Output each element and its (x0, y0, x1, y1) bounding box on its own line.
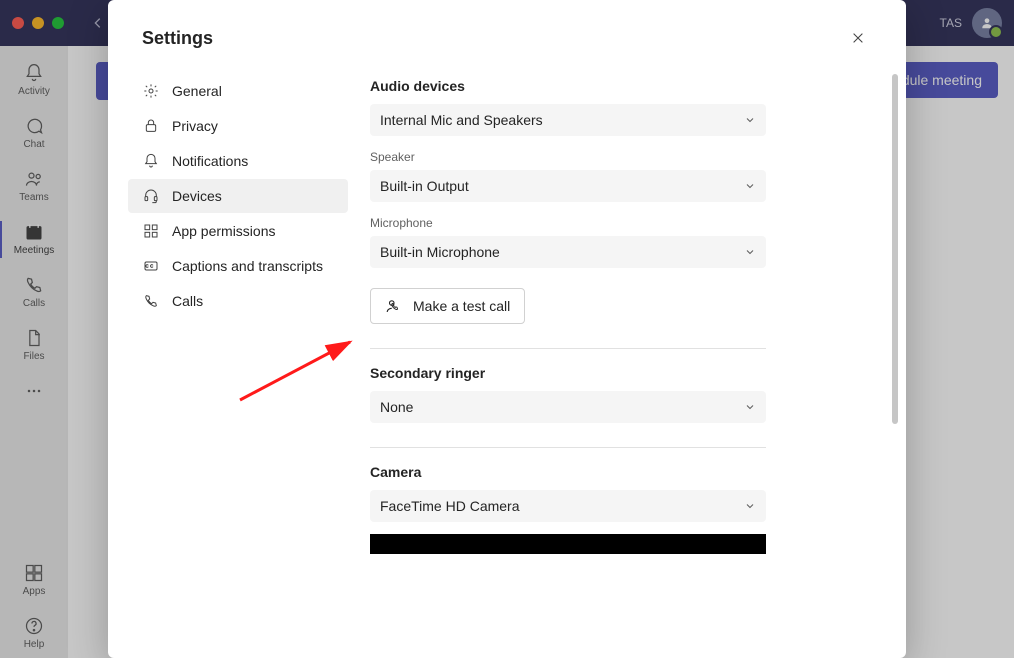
captions-icon (142, 257, 160, 275)
audio-device-value: Internal Mic and Speakers (380, 112, 543, 128)
headset-icon (142, 187, 160, 205)
settings-nav-notifications[interactable]: Notifications (128, 144, 348, 178)
settings-nav-app-permissions[interactable]: App permissions (128, 214, 348, 248)
secondary-ringer-select[interactable]: None (370, 391, 766, 423)
close-button[interactable] (844, 24, 872, 52)
settings-nav-label: General (172, 83, 222, 99)
settings-nav-label: Devices (172, 188, 222, 204)
settings-nav-label: Calls (172, 293, 203, 309)
grid-icon (142, 222, 160, 240)
lock-icon (142, 117, 160, 135)
test-call-label: Make a test call (413, 298, 510, 314)
camera-select[interactable]: FaceTime HD Camera (370, 490, 766, 522)
microphone-select[interactable]: Built-in Microphone (370, 236, 766, 268)
camera-value: FaceTime HD Camera (380, 498, 520, 514)
person-call-icon (385, 297, 403, 315)
speaker-label: Speaker (370, 150, 868, 164)
camera-preview (370, 534, 766, 554)
divider (370, 447, 766, 448)
dialog-title: Settings (142, 28, 213, 49)
secondary-ringer-heading: Secondary ringer (370, 365, 868, 381)
gear-icon (142, 82, 160, 100)
settings-nav-label: Privacy (172, 118, 218, 134)
speaker-value: Built-in Output (380, 178, 469, 194)
chevron-down-icon (744, 500, 756, 512)
settings-nav-privacy[interactable]: Privacy (128, 109, 348, 143)
chevron-down-icon (744, 246, 756, 258)
settings-nav-calls[interactable]: Calls (128, 284, 348, 318)
settings-dialog: Settings General Privacy Notifications D… (108, 0, 906, 658)
secondary-ringer-value: None (380, 399, 413, 415)
settings-nav-devices[interactable]: Devices (128, 179, 348, 213)
settings-nav-general[interactable]: General (128, 74, 348, 108)
settings-nav-captions[interactable]: Captions and transcripts (128, 249, 348, 283)
settings-content: Audio devices Internal Mic and Speakers … (348, 64, 906, 654)
settings-nav-label: Captions and transcripts (172, 258, 323, 274)
settings-nav-label: App permissions (172, 223, 276, 239)
settings-nav-label: Notifications (172, 153, 248, 169)
make-test-call-button[interactable]: Make a test call (370, 288, 525, 324)
speaker-select[interactable]: Built-in Output (370, 170, 766, 202)
chevron-down-icon (744, 180, 756, 192)
chevron-down-icon (744, 401, 756, 413)
microphone-value: Built-in Microphone (380, 244, 500, 260)
dialog-header: Settings (108, 0, 906, 64)
bell-icon (142, 152, 160, 170)
divider (370, 348, 766, 349)
camera-heading: Camera (370, 464, 868, 480)
audio-device-select[interactable]: Internal Mic and Speakers (370, 104, 766, 136)
scrollbar[interactable] (892, 74, 898, 424)
audio-devices-heading: Audio devices (370, 78, 868, 94)
microphone-label: Microphone (370, 216, 868, 230)
chevron-down-icon (744, 114, 756, 126)
settings-nav: General Privacy Notifications Devices Ap… (128, 64, 348, 654)
phone-icon (142, 292, 160, 310)
